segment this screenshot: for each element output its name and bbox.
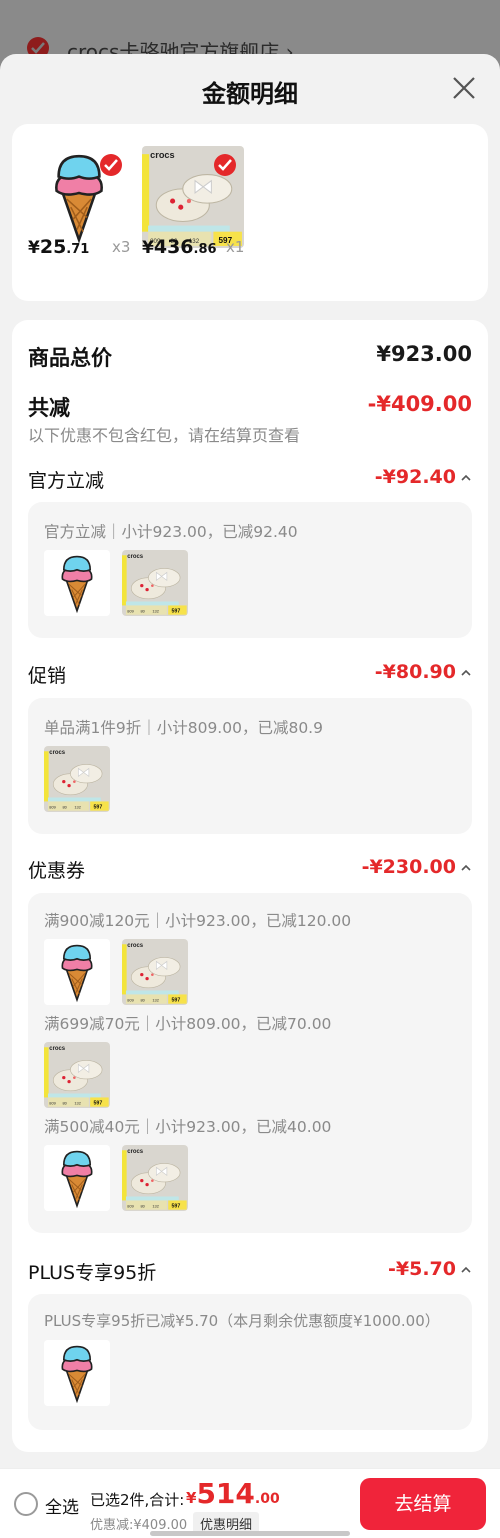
amount-detail-sheet: 金额明细 ¥25.71 x3 crocs 809 80 132 597 ¥436.86 … xyxy=(0,54,500,1538)
chevron-up-icon xyxy=(461,474,471,481)
svg-text:132: 132 xyxy=(152,998,159,1003)
ice-cream-icon xyxy=(44,1340,110,1406)
home-indicator[interactable] xyxy=(150,1531,350,1536)
total-price-value: ¥923.00 xyxy=(376,342,472,366)
selected-check-icon xyxy=(100,154,122,176)
ice-cream-icon xyxy=(44,939,110,1005)
svg-text:809: 809 xyxy=(127,1204,134,1209)
svg-text:597: 597 xyxy=(172,609,181,615)
total-reduce-value: -¥409.00 xyxy=(367,392,472,416)
amount-breakdown-card: 商品总价 ¥923.00 共减 -¥409.00 以下优惠不包含红包，请在结算页… xyxy=(12,320,488,1452)
svg-text:crocs: crocs xyxy=(150,150,174,160)
chevron-up-icon xyxy=(461,864,471,871)
svg-text:809: 809 xyxy=(49,805,56,810)
selected-info: 已选2件,合计: xyxy=(90,1491,185,1509)
thumb-clog: crocs 809 80 132 597 xyxy=(44,1042,110,1108)
svg-text:597: 597 xyxy=(94,805,103,811)
svg-text:crocs: crocs xyxy=(49,750,66,756)
product-card: ¥25.71 x3 crocs 809 80 132 597 ¥436.86 x1 xyxy=(12,124,488,301)
product-item[interactable]: crocs 809 80 132 597 xyxy=(142,146,244,248)
discount-value: -¥230.00 xyxy=(362,856,472,878)
chevron-up-icon xyxy=(461,669,471,676)
select-all-radio[interactable] xyxy=(14,1492,38,1516)
svg-text:crocs: crocs xyxy=(49,1046,66,1052)
svg-text:crocs: crocs xyxy=(127,1149,144,1155)
discount-note: 以下优惠不包含红包，请在结算页查看 xyxy=(28,426,301,445)
thumb-ice-cream xyxy=(44,1340,110,1406)
thumb-clog: crocs 809 80 132 597 xyxy=(122,550,188,616)
crocs-clog-icon: crocs809 80 132 597 xyxy=(44,746,110,812)
total-price-label: 商品总价 xyxy=(28,346,112,370)
checkout-bar: 全选 已选2件,合计: ¥514.00 优惠减:¥409.00 优惠明细 去结算 xyxy=(0,1468,500,1538)
svg-text:597: 597 xyxy=(94,1101,103,1107)
thumb-ice-cream xyxy=(44,550,110,616)
sheet-title: 金额明细 xyxy=(202,80,298,108)
discount-group-box: 单品满1件9折｜小计809.00，已减80.9 crocs 809 80 132 597 xyxy=(28,698,472,834)
crocs-clog-icon: crocs809 80 132 597 xyxy=(122,550,188,616)
discount-value: -¥5.70 xyxy=(388,1258,472,1280)
product-price: ¥436.86 xyxy=(142,236,217,258)
product-price: ¥25.71 xyxy=(28,236,90,258)
crocs-clog-icon: crocs809 80 132 597 xyxy=(44,1042,110,1108)
discount-group-box: 官方立减｜小计923.00，已减92.40 crocs 809 80 132 597 xyxy=(28,502,472,638)
thumb-ice-cream xyxy=(44,1145,110,1211)
selected-check-icon xyxy=(214,154,236,176)
product-qty: x1 xyxy=(226,238,245,256)
product-item[interactable] xyxy=(28,146,130,248)
discount-group-box: PLUS专享95折已减¥5.70（本月剩余优惠额度¥1000.00） xyxy=(28,1294,472,1430)
total-reduce-label: 共减 xyxy=(28,396,70,420)
thumb-clog: crocs 809 80 132 597 xyxy=(122,939,188,1005)
select-all-label[interactable]: 全选 xyxy=(45,1493,79,1518)
crocs-clog-icon: crocs809 80 132 597 xyxy=(122,1145,188,1211)
crocs-clog-icon: crocs809 80 132 597 xyxy=(122,939,188,1005)
discount-label: PLUS专享95折 xyxy=(28,1262,157,1284)
svg-text:crocs: crocs xyxy=(127,943,144,949)
ice-cream-icon xyxy=(44,550,110,616)
discount-group-box: 满900减120元｜小计923.00，已减120.00 crocs 809 80 13… xyxy=(28,893,472,1233)
total-amount: ¥514.00 xyxy=(186,1477,280,1510)
svg-text:809: 809 xyxy=(127,609,134,614)
svg-text:132: 132 xyxy=(152,609,159,614)
svg-text:132: 132 xyxy=(74,1101,81,1106)
svg-text:597: 597 xyxy=(172,1204,181,1210)
ice-cream-icon xyxy=(44,1145,110,1211)
chevron-up-icon xyxy=(461,1266,471,1273)
discount-label: 促销 xyxy=(28,665,67,687)
svg-text:597: 597 xyxy=(172,998,181,1004)
svg-text:132: 132 xyxy=(152,1204,159,1209)
thumb-clog: crocs 809 80 132 597 xyxy=(44,746,110,812)
discount-group-text: 满500减40元｜小计923.00，已减40.00 xyxy=(44,1118,332,1136)
svg-text:132: 132 xyxy=(74,805,81,810)
checkout-button[interactable]: 去结算 xyxy=(360,1478,486,1530)
discount-value: -¥80.90 xyxy=(375,661,472,683)
discount-group-text: 官方立减｜小计923.00，已减92.40 xyxy=(44,523,298,541)
product-qty: x3 xyxy=(112,238,131,256)
thumb-ice-cream xyxy=(44,939,110,1005)
close-icon[interactable] xyxy=(450,74,478,102)
thumb-clog: crocs 809 80 132 597 xyxy=(122,1145,188,1211)
discount-label: 官方立减 xyxy=(28,470,105,492)
discount-group-text: PLUS专享95折已减¥5.70（本月剩余优惠额度¥1000.00） xyxy=(44,1312,440,1330)
discount-value: -¥92.40 xyxy=(375,466,472,488)
discount-group-text: 满900减120元｜小计923.00，已减120.00 xyxy=(44,912,352,930)
discount-group-text: 满699减70元｜小计809.00，已减70.00 xyxy=(44,1015,332,1033)
discount-group-text: 单品满1件9折｜小计809.00，已减80.9 xyxy=(44,719,323,737)
svg-text:crocs: crocs xyxy=(127,554,144,560)
discount-label: 优惠券 xyxy=(28,860,86,882)
svg-text:809: 809 xyxy=(127,998,134,1003)
svg-text:809: 809 xyxy=(49,1101,56,1106)
